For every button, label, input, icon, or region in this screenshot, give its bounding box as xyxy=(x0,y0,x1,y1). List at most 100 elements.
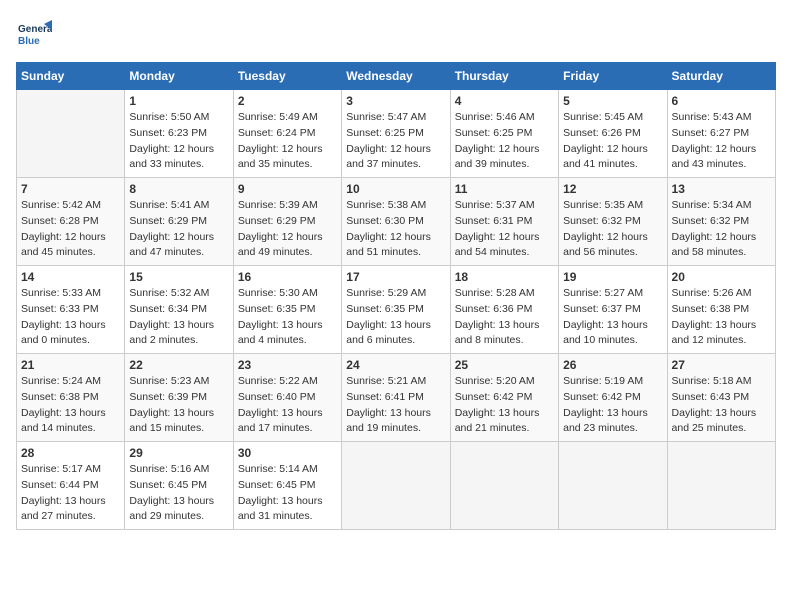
calendar-cell xyxy=(559,442,667,530)
day-info: Sunrise: 5:23 AMSunset: 6:39 PMDaylight:… xyxy=(129,374,228,437)
header-saturday: Saturday xyxy=(667,63,775,90)
calendar-cell: 8 Sunrise: 5:41 AMSunset: 6:29 PMDaylight… xyxy=(125,178,233,266)
day-number: 26 xyxy=(563,358,662,372)
day-number: 12 xyxy=(563,182,662,196)
day-number: 8 xyxy=(129,182,228,196)
day-number: 15 xyxy=(129,270,228,284)
day-number: 19 xyxy=(563,270,662,284)
calendar-cell: 27 Sunrise: 5:18 AMSunset: 6:43 PMDayligh… xyxy=(667,354,775,442)
calendar-table: SundayMondayTuesdayWednesdayThursdayFrid… xyxy=(16,62,776,530)
day-info: Sunrise: 5:45 AMSunset: 6:26 PMDaylight:… xyxy=(563,110,662,173)
day-info: Sunrise: 5:27 AMSunset: 6:37 PMDaylight:… xyxy=(563,286,662,349)
day-info: Sunrise: 5:41 AMSunset: 6:29 PMDaylight:… xyxy=(129,198,228,261)
day-number: 5 xyxy=(563,94,662,108)
week-row-2: 7 Sunrise: 5:42 AMSunset: 6:28 PMDaylight… xyxy=(17,178,776,266)
logo-icon: General Blue xyxy=(16,16,52,52)
calendar-cell: 10 Sunrise: 5:38 AMSunset: 6:30 PMDayligh… xyxy=(342,178,450,266)
day-number: 22 xyxy=(129,358,228,372)
day-info: Sunrise: 5:20 AMSunset: 6:42 PMDaylight:… xyxy=(455,374,554,437)
day-info: Sunrise: 5:42 AMSunset: 6:28 PMDaylight:… xyxy=(21,198,120,261)
calendar-header-row: SundayMondayTuesdayWednesdayThursdayFrid… xyxy=(17,63,776,90)
day-number: 3 xyxy=(346,94,445,108)
day-number: 11 xyxy=(455,182,554,196)
calendar-cell: 21 Sunrise: 5:24 AMSunset: 6:38 PMDayligh… xyxy=(17,354,125,442)
day-number: 17 xyxy=(346,270,445,284)
day-number: 29 xyxy=(129,446,228,460)
day-number: 13 xyxy=(672,182,771,196)
day-number: 21 xyxy=(21,358,120,372)
calendar-cell: 25Sunrise: 5:20 AMSunset: 6:42 PMDayligh… xyxy=(450,354,558,442)
day-info: Sunrise: 5:43 AMSunset: 6:27 PMDaylight:… xyxy=(672,110,771,173)
calendar-cell: 19 Sunrise: 5:27 AMSunset: 6:37 PMDayligh… xyxy=(559,266,667,354)
calendar-cell xyxy=(342,442,450,530)
day-info: Sunrise: 5:49 AMSunset: 6:24 PMDaylight:… xyxy=(238,110,337,173)
calendar-cell: 2 Sunrise: 5:49 AMSunset: 6:24 PMDaylight… xyxy=(233,90,341,178)
day-number: 20 xyxy=(672,270,771,284)
day-number: 18 xyxy=(455,270,554,284)
calendar-cell: 1 Sunrise: 5:50 AMSunset: 6:23 PMDaylight… xyxy=(125,90,233,178)
day-number: 30 xyxy=(238,446,337,460)
day-info: Sunrise: 5:17 AMSunset: 6:44 PMDaylight:… xyxy=(21,462,120,525)
day-number: 14 xyxy=(21,270,120,284)
calendar-cell: 20 Sunrise: 5:26 AMSunset: 6:38 PMDayligh… xyxy=(667,266,775,354)
calendar-cell: 6 Sunrise: 5:43 AMSunset: 6:27 PMDaylight… xyxy=(667,90,775,178)
day-number: 6 xyxy=(672,94,771,108)
day-info: Sunrise: 5:32 AMSunset: 6:34 PMDaylight:… xyxy=(129,286,228,349)
page-header: General Blue xyxy=(16,16,776,52)
calendar-cell: 4 Sunrise: 5:46 AMSunset: 6:25 PMDaylight… xyxy=(450,90,558,178)
header-thursday: Thursday xyxy=(450,63,558,90)
day-number: 24 xyxy=(346,358,445,372)
calendar-cell: 29 Sunrise: 5:16 AMSunset: 6:45 PMDayligh… xyxy=(125,442,233,530)
calendar-cell: 24 Sunrise: 5:21 AMSunset: 6:41 PMDayligh… xyxy=(342,354,450,442)
day-number: 4 xyxy=(455,94,554,108)
calendar-cell: 11 Sunrise: 5:37 AMSunset: 6:31 PMDayligh… xyxy=(450,178,558,266)
week-row-4: 21 Sunrise: 5:24 AMSunset: 6:38 PMDayligh… xyxy=(17,354,776,442)
calendar-cell xyxy=(667,442,775,530)
week-row-5: 28 Sunrise: 5:17 AMSunset: 6:44 PMDayligh… xyxy=(17,442,776,530)
day-info: Sunrise: 5:38 AMSunset: 6:30 PMDaylight:… xyxy=(346,198,445,261)
day-info: Sunrise: 5:46 AMSunset: 6:25 PMDaylight:… xyxy=(455,110,554,173)
day-info: Sunrise: 5:29 AMSunset: 6:35 PMDaylight:… xyxy=(346,286,445,349)
logo: General Blue xyxy=(16,16,56,52)
day-info: Sunrise: 5:34 AMSunset: 6:32 PMDaylight:… xyxy=(672,198,771,261)
calendar-cell: 23Sunrise: 5:22 AMSunset: 6:40 PMDayligh… xyxy=(233,354,341,442)
header-friday: Friday xyxy=(559,63,667,90)
day-info: Sunrise: 5:26 AMSunset: 6:38 PMDaylight:… xyxy=(672,286,771,349)
day-info: Sunrise: 5:28 AMSunset: 6:36 PMDaylight:… xyxy=(455,286,554,349)
calendar-cell: 14 Sunrise: 5:33 AMSunset: 6:33 PMDayligh… xyxy=(17,266,125,354)
calendar-cell: 7 Sunrise: 5:42 AMSunset: 6:28 PMDaylight… xyxy=(17,178,125,266)
svg-text:Blue: Blue xyxy=(18,36,40,47)
calendar-cell: 12Sunrise: 5:35 AMSunset: 6:32 PMDayligh… xyxy=(559,178,667,266)
day-info: Sunrise: 5:21 AMSunset: 6:41 PMDaylight:… xyxy=(346,374,445,437)
day-info: Sunrise: 5:39 AMSunset: 6:29 PMDaylight:… xyxy=(238,198,337,261)
day-info: Sunrise: 5:50 AMSunset: 6:23 PMDaylight:… xyxy=(129,110,228,173)
day-number: 28 xyxy=(21,446,120,460)
day-number: 7 xyxy=(21,182,120,196)
week-row-3: 14 Sunrise: 5:33 AMSunset: 6:33 PMDayligh… xyxy=(17,266,776,354)
day-number: 27 xyxy=(672,358,771,372)
day-number: 10 xyxy=(346,182,445,196)
day-info: Sunrise: 5:33 AMSunset: 6:33 PMDaylight:… xyxy=(21,286,120,349)
calendar-cell: 16 Sunrise: 5:30 AMSunset: 6:35 PMDayligh… xyxy=(233,266,341,354)
calendar-cell: 22 Sunrise: 5:23 AMSunset: 6:39 PMDayligh… xyxy=(125,354,233,442)
week-row-1: 1 Sunrise: 5:50 AMSunset: 6:23 PMDaylight… xyxy=(17,90,776,178)
calendar-cell: 30 Sunrise: 5:14 AMSunset: 6:45 PMDayligh… xyxy=(233,442,341,530)
calendar-cell xyxy=(450,442,558,530)
day-info: Sunrise: 5:37 AMSunset: 6:31 PMDaylight:… xyxy=(455,198,554,261)
day-info: Sunrise: 5:30 AMSunset: 6:35 PMDaylight:… xyxy=(238,286,337,349)
day-info: Sunrise: 5:14 AMSunset: 6:45 PMDaylight:… xyxy=(238,462,337,525)
day-info: Sunrise: 5:24 AMSunset: 6:38 PMDaylight:… xyxy=(21,374,120,437)
day-number: 16 xyxy=(238,270,337,284)
calendar-cell: 3Sunrise: 5:47 AMSunset: 6:25 PMDaylight… xyxy=(342,90,450,178)
header-sunday: Sunday xyxy=(17,63,125,90)
calendar-cell: 13 Sunrise: 5:34 AMSunset: 6:32 PMDayligh… xyxy=(667,178,775,266)
header-monday: Monday xyxy=(125,63,233,90)
day-number: 2 xyxy=(238,94,337,108)
day-info: Sunrise: 5:18 AMSunset: 6:43 PMDaylight:… xyxy=(672,374,771,437)
calendar-cell: 17 Sunrise: 5:29 AMSunset: 6:35 PMDayligh… xyxy=(342,266,450,354)
day-number: 1 xyxy=(129,94,228,108)
calendar-cell xyxy=(17,90,125,178)
day-info: Sunrise: 5:16 AMSunset: 6:45 PMDaylight:… xyxy=(129,462,228,525)
calendar-cell: 15 Sunrise: 5:32 AMSunset: 6:34 PMDayligh… xyxy=(125,266,233,354)
calendar-cell: 18 Sunrise: 5:28 AMSunset: 6:36 PMDayligh… xyxy=(450,266,558,354)
